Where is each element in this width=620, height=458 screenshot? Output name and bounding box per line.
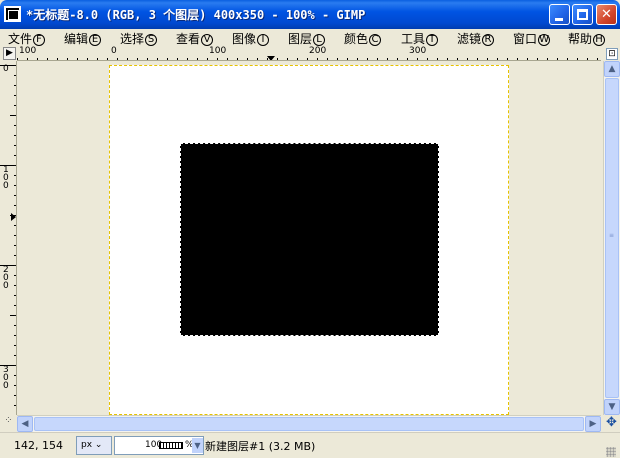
zoom-toggle-area: ⊡ [603, 46, 620, 61]
ruler-label: 0 [111, 46, 117, 56]
status-message: 新建图层#1 (3.2 MB) [205, 440, 316, 453]
scroll-down-button[interactable]: ▼ [604, 399, 620, 415]
menu-image[interactable]: 图像 I [232, 30, 270, 47]
scroll-right-button[interactable]: ▶ [585, 416, 601, 432]
ruler-label: 100 [3, 165, 9, 191]
maximize-button[interactable] [572, 4, 593, 25]
chevron-down-icon[interactable]: ▼ [192, 438, 203, 453]
ruler-ticks-v [0, 65, 16, 406]
menu-edit[interactable]: 编辑 E [64, 30, 102, 47]
chevron-left-icon: ◀ [21, 419, 29, 429]
close-button[interactable]: ✕ [596, 4, 617, 25]
horizontal-scrollbar[interactable]: ◀ ▶ [17, 415, 601, 432]
ruler-label: 300 [3, 365, 9, 391]
quick-mask-icon[interactable]: ⁘ [0, 415, 17, 432]
menu-colors[interactable]: 颜色 C [344, 30, 382, 47]
zoom-scale-icon [159, 442, 183, 449]
chevron-down-icon: ▼ [608, 402, 616, 412]
quick-mask-toggle[interactable]: ▶ [3, 47, 16, 60]
resize-grip-icon[interactable] [606, 447, 616, 457]
navigate-icon[interactable]: ✥ [603, 415, 620, 432]
scroll-up-button[interactable]: ▲ [604, 61, 620, 77]
close-icon: ✕ [601, 7, 612, 22]
horizontal-ruler[interactable]: 100 0 100 200 300 [17, 46, 601, 61]
pointer-coordinates: 142, 154 [14, 439, 63, 452]
horizontal-scroll-thumb[interactable] [34, 417, 584, 431]
chevron-up-icon: ▲ [608, 64, 616, 74]
gimp-image-icon[interactable] [4, 6, 21, 22]
ruler-label: 100 [19, 46, 37, 56]
zoom-combo[interactable]: 100 % ▼ [114, 436, 204, 455]
ruler-label: 300 [409, 46, 427, 56]
vertical-scrollbar[interactable]: ▲ ≡ ▼ [603, 61, 620, 415]
vertical-ruler[interactable]: 0 100 200 300 [0, 61, 17, 415]
minimize-icon [555, 18, 563, 21]
ruler-label: 200 [3, 265, 9, 291]
canvas-area[interactable] [17, 61, 601, 415]
menu-layer[interactable]: 图层 L [288, 30, 326, 47]
menu-windows[interactable]: 窗口 W [513, 30, 551, 47]
ruler-label: 0 [3, 64, 9, 74]
minimize-button[interactable] [549, 4, 570, 25]
window-title: *无标题-8.0 (RGB, 3 个图层) 400x350 - 100% - G… [26, 8, 366, 22]
ruler-label: 200 [309, 46, 327, 56]
zoom-fit-icon[interactable]: ⊡ [606, 48, 618, 60]
grip-icon: ≡ [609, 232, 615, 239]
menu-filters[interactable]: 滤镜 R [457, 30, 495, 47]
ruler-label: 100 [209, 46, 227, 56]
menu-view[interactable]: 查看 V [176, 30, 214, 47]
chevron-down-icon: ⌄ [92, 440, 103, 450]
menu-file[interactable]: 文件 F [8, 30, 46, 47]
title-bar: *无标题-8.0 (RGB, 3 个图层) 400x350 - 100% - G… [0, 0, 620, 29]
pointer-position-marker [11, 213, 16, 221]
black-layer-selection[interactable] [180, 143, 439, 336]
unit-select[interactable]: px ⌄ [76, 436, 112, 455]
scroll-left-button[interactable]: ◀ [17, 416, 33, 432]
menu-arrow-icon: ▶ [6, 48, 13, 58]
chevron-right-icon: ▶ [589, 419, 597, 429]
menu-bar: 文件 F 编辑 E 选择 S 查看 V 图像 I 图层 L 颜色 C 工具 T 滤镜 R 窗口 W … [0, 29, 620, 46]
maximize-icon [577, 9, 588, 20]
menu-tools[interactable]: 工具 T [401, 30, 439, 47]
status-bar: 142, 154 px ⌄ 100 % ▼ 新建图层#1 (3.2 MB) [0, 432, 620, 458]
menu-help[interactable]: 帮助 H [568, 30, 606, 47]
vertical-scroll-thumb[interactable]: ≡ [605, 78, 619, 398]
menu-select[interactable]: 选择 S [120, 30, 158, 47]
